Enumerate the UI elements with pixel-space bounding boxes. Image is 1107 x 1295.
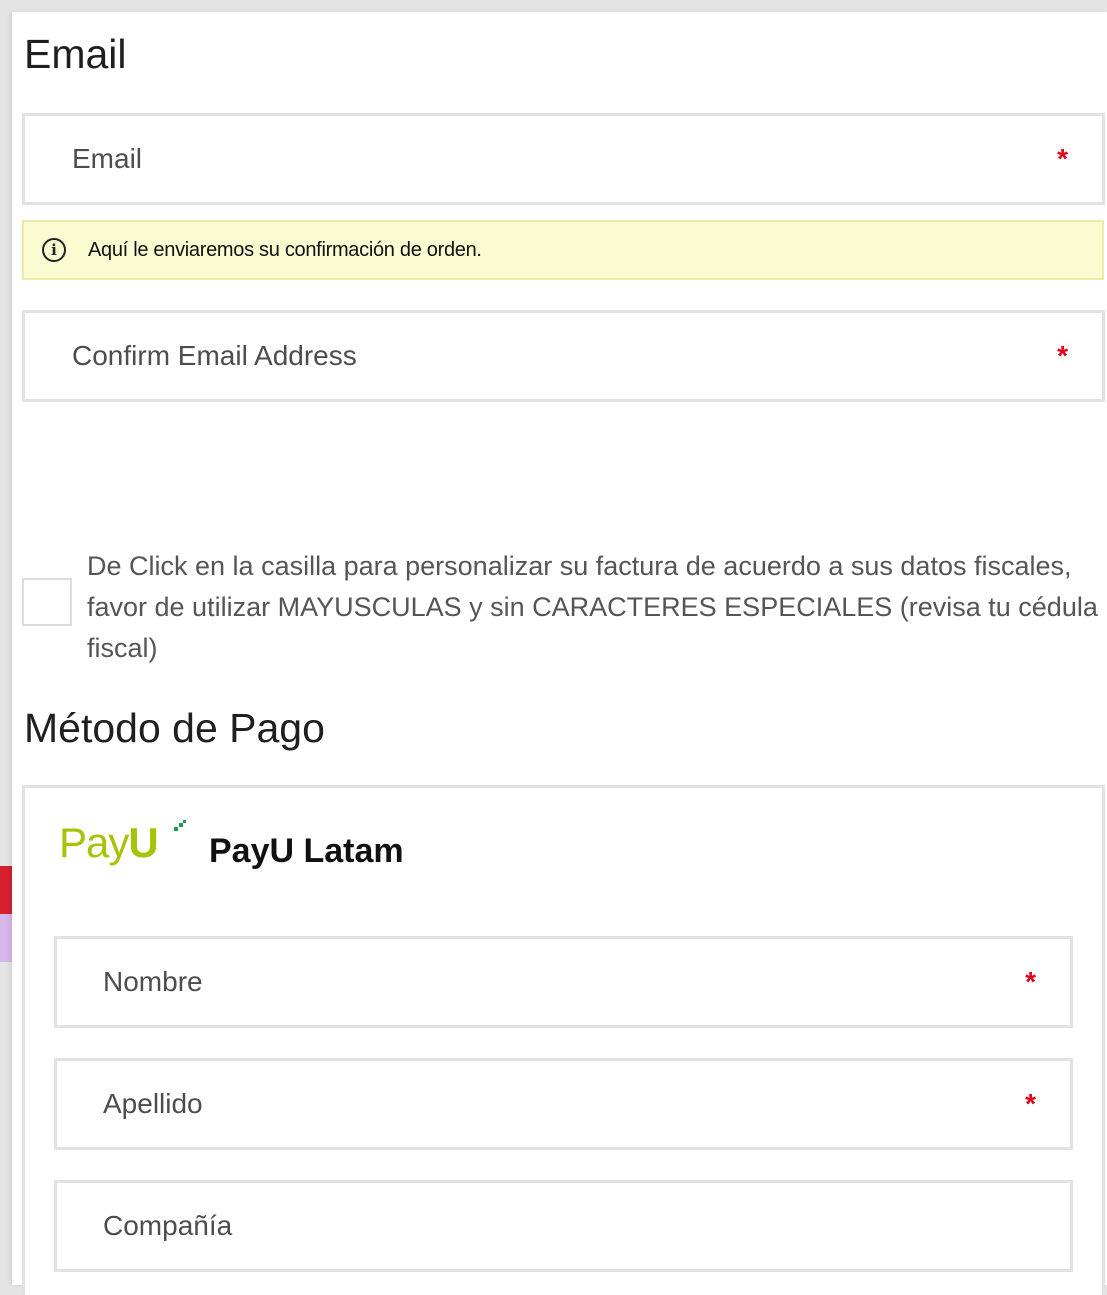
email-section-title: Email	[24, 31, 127, 77]
checkout-panel: Email Email * i Aquí le enviaremos su co…	[12, 12, 1107, 1295]
payu-logo-text: Pay	[59, 819, 129, 866]
company-label: Compañía	[103, 1210, 233, 1241]
payu-logo-u: U	[128, 819, 158, 866]
first-name-field[interactable]: Nombre *	[54, 936, 1073, 1028]
background-red-strip	[0, 866, 12, 914]
payment-section-title: Método de Pago	[24, 705, 325, 751]
confirm-email-label: Confirm Email Address	[72, 340, 357, 371]
invoice-checkbox[interactable]	[22, 578, 72, 626]
required-mark: *	[1025, 966, 1036, 997]
required-mark: *	[1025, 1088, 1036, 1119]
invoice-description: De Click en la casilla para personalizar…	[87, 551, 1098, 663]
company-field[interactable]: Compañía	[54, 1180, 1073, 1272]
payu-dots-icon	[174, 820, 186, 831]
email-field-label: Email	[72, 143, 143, 174]
payment-provider-name: PayU Latam	[209, 832, 404, 870]
background-lilac-strip	[0, 914, 12, 962]
info-circle-icon: i	[42, 238, 66, 262]
first-name-label: Nombre	[103, 966, 203, 997]
email-field[interactable]: Email *	[22, 113, 1105, 205]
confirm-email-field[interactable]: Confirm Email Address *	[22, 310, 1105, 402]
required-mark: *	[1057, 143, 1068, 174]
payu-logo: PayU	[59, 819, 159, 866]
last-name-label: Apellido	[103, 1088, 203, 1119]
email-notice: i Aquí le enviaremos su confirmación de …	[22, 220, 1104, 280]
last-name-field[interactable]: Apellido *	[54, 1058, 1073, 1150]
notice-text: Aquí le enviaremos su confirmación de or…	[88, 238, 482, 261]
required-mark: *	[1057, 340, 1068, 371]
payment-method-box: PayU PayU Latam Nombre * Apellido * Comp…	[22, 785, 1105, 1295]
